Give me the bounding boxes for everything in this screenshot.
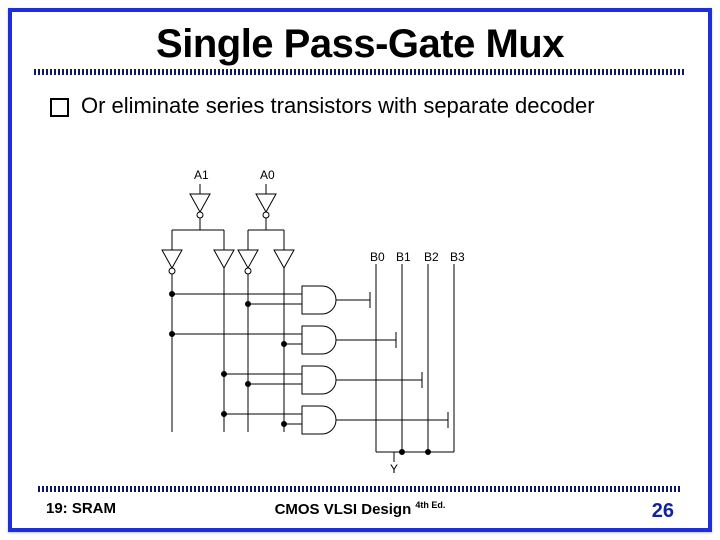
bullet-box-icon [50, 98, 69, 117]
footer-left: 19: SRAM [46, 500, 116, 517]
footer-center: CMOS VLSI Design 4th Ed. [12, 500, 708, 518]
footer-page: 26 [652, 500, 674, 523]
circuit-diagram: A1 A0 B0 B1 B2 B3 Y [132, 172, 552, 482]
bullet-text: Or eliminate series transistors with sep… [81, 93, 595, 119]
footer-divider [38, 486, 682, 492]
title-divider [34, 69, 686, 75]
circuit-svg [132, 172, 552, 482]
footer-bar: 19: SRAM CMOS VLSI Design 4th Ed. 26 [12, 500, 708, 518]
slide-title: Single Pass-Gate Mux [34, 22, 686, 67]
bullet-line: Or eliminate series transistors with sep… [34, 93, 686, 119]
